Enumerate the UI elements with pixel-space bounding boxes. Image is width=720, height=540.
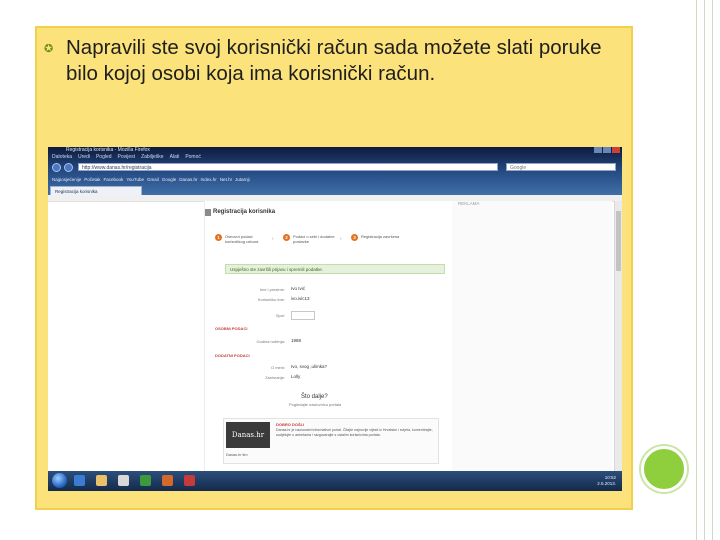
start-button[interactable] [52, 473, 67, 488]
bullet-text: Napravili ste svoj korisnički račun sada… [66, 36, 602, 85]
decorative-lines [690, 0, 720, 540]
next-steps-title: Što dalje? [301, 394, 328, 400]
window-controls [594, 147, 620, 154]
forward-button[interactable] [64, 163, 73, 172]
folder-icon[interactable] [96, 475, 107, 486]
field-label: Godina rođenja: [256, 339, 285, 344]
step-1: 1 Osnovni podaci korisničkog računa [215, 234, 269, 244]
section-heading: OSOBNI PODACI [215, 326, 248, 331]
field-label: Zanimanje: [265, 375, 285, 380]
search-field[interactable]: Google [506, 163, 616, 171]
step-label: Podaci o sebi i dodatne postavke [293, 234, 335, 244]
app-icon[interactable] [140, 475, 151, 486]
ie-icon[interactable] [74, 475, 85, 486]
decorative-circle [641, 446, 687, 492]
back-button[interactable] [52, 163, 61, 172]
menu-bar: Datoteka Uredi Pogled Povijest Zabilješk… [48, 154, 622, 161]
promo-footer: Danas.hr tim [226, 453, 248, 457]
bookmark-item[interactable]: Facebook [104, 177, 124, 182]
minimize-button[interactable] [594, 147, 602, 153]
navigation-bar: http://www.danas.hr/registracija Google [48, 161, 622, 173]
field-value: Ivo, svog ,ulimka? [291, 364, 328, 369]
success-message: Uspješno ste završili prijavu i spremili… [225, 264, 445, 274]
field-label: Ime i prezime: [259, 287, 285, 292]
bookmark-item[interactable]: Jutarnji [235, 177, 250, 182]
step-label: Registracija završena [361, 234, 400, 239]
promo-heading: DOBRO DOŠLI [276, 422, 305, 427]
menu-item[interactable]: Zabilješke [141, 154, 164, 161]
sidebar-label: REKLAMA [458, 201, 480, 206]
bookmark-item[interactable]: Google [162, 177, 177, 182]
menu-item[interactable]: Povijest [118, 154, 136, 161]
arrow-right-icon: › [272, 236, 274, 242]
bookmarks-bar: Najposjećenije Početak Facebook YouTube … [48, 174, 622, 184]
page-scrollbar[interactable] [614, 201, 622, 471]
clock-date: 2.5.2013. [597, 481, 616, 486]
arrow-right-icon: › [340, 236, 342, 242]
menu-item[interactable]: Alati [170, 154, 180, 161]
scroll-thumb[interactable] [616, 211, 621, 271]
web-page: Registracija korisnika 1 Osnovni podaci … [48, 195, 622, 471]
system-clock[interactable]: 10:52 2.5.2013. [597, 475, 616, 487]
field-label: O meni: [270, 365, 285, 370]
page-title: Registracija korisnika [213, 209, 276, 215]
promo-box: Danas.hr DOBRO DOŠLI Danas.hr je naciona… [223, 418, 439, 464]
menu-item[interactable]: Datoteka [52, 154, 72, 161]
maximize-button[interactable] [603, 147, 611, 153]
window-title: Registracija korisnika - Mozilla Firefox [66, 147, 150, 153]
bookmark-item[interactable]: Najposjećenije [52, 177, 81, 182]
bookmark-item[interactable]: Net.hr [220, 177, 232, 182]
media-icon[interactable] [118, 475, 129, 486]
menu-item[interactable]: Pogled [96, 154, 112, 161]
close-button[interactable] [612, 147, 620, 153]
promo-text: Danas.hr je nacionalni informativni port… [276, 428, 433, 437]
user-icon [205, 209, 211, 216]
field-value: Lolly [291, 374, 301, 379]
browser-chrome: Registracija korisnika - Mozilla Firefox… [48, 147, 622, 195]
field-label: Spol: [275, 313, 285, 318]
registration-content: Registracija korisnika 1 Osnovni podaci … [204, 201, 460, 471]
section-heading: DODATNI PODACI [215, 353, 250, 358]
step-3: 3 Registracija završena [351, 234, 405, 241]
bookmark-item[interactable]: Index.hr [201, 177, 217, 182]
spol-input[interactable] [291, 311, 315, 320]
field-label: Korisničko ime: [257, 297, 285, 302]
menu-item[interactable]: Pomoć [185, 154, 201, 161]
menu-item[interactable]: Uredi [78, 154, 90, 161]
step-number: 3 [351, 234, 358, 241]
step-number: 1 [215, 234, 222, 241]
field-value: ivo.ivic13 [291, 296, 310, 301]
field-value: 1988 [291, 338, 302, 343]
browser-screenshot: Registracija korisnika - Mozilla Firefox… [48, 147, 622, 491]
firefox-icon[interactable] [162, 475, 173, 486]
next-steps-link[interactable]: Pogledajte naslovnicu portala [289, 402, 341, 407]
step-label: Osnovni podaci korisničkog računa [225, 234, 259, 244]
danas-logo[interactable]: Danas.hr [226, 422, 270, 448]
bookmark-item[interactable]: YouTube [126, 177, 144, 182]
windows-taskbar: 10:52 2.5.2013. [48, 471, 622, 491]
step-number: 2 [283, 234, 290, 241]
field-value: Ivo Ivić [291, 286, 306, 291]
right-sidebar: REKLAMA [452, 201, 612, 471]
tab-bar: Registracija korisnika [48, 185, 622, 195]
url-field[interactable]: http://www.danas.hr/registracija [78, 163, 498, 171]
app-icon[interactable] [184, 475, 195, 486]
bookmark-item[interactable]: Početak [84, 177, 100, 182]
step-2: 2 Podaci o sebi i dodatne postavke [283, 234, 337, 244]
bookmark-item[interactable]: Danas.hr [179, 177, 197, 182]
bullet-icon: ✪ [44, 43, 54, 55]
tab-registracija[interactable]: Registracija korisnika [50, 186, 142, 195]
bookmark-item[interactable]: Gmail [147, 177, 159, 182]
